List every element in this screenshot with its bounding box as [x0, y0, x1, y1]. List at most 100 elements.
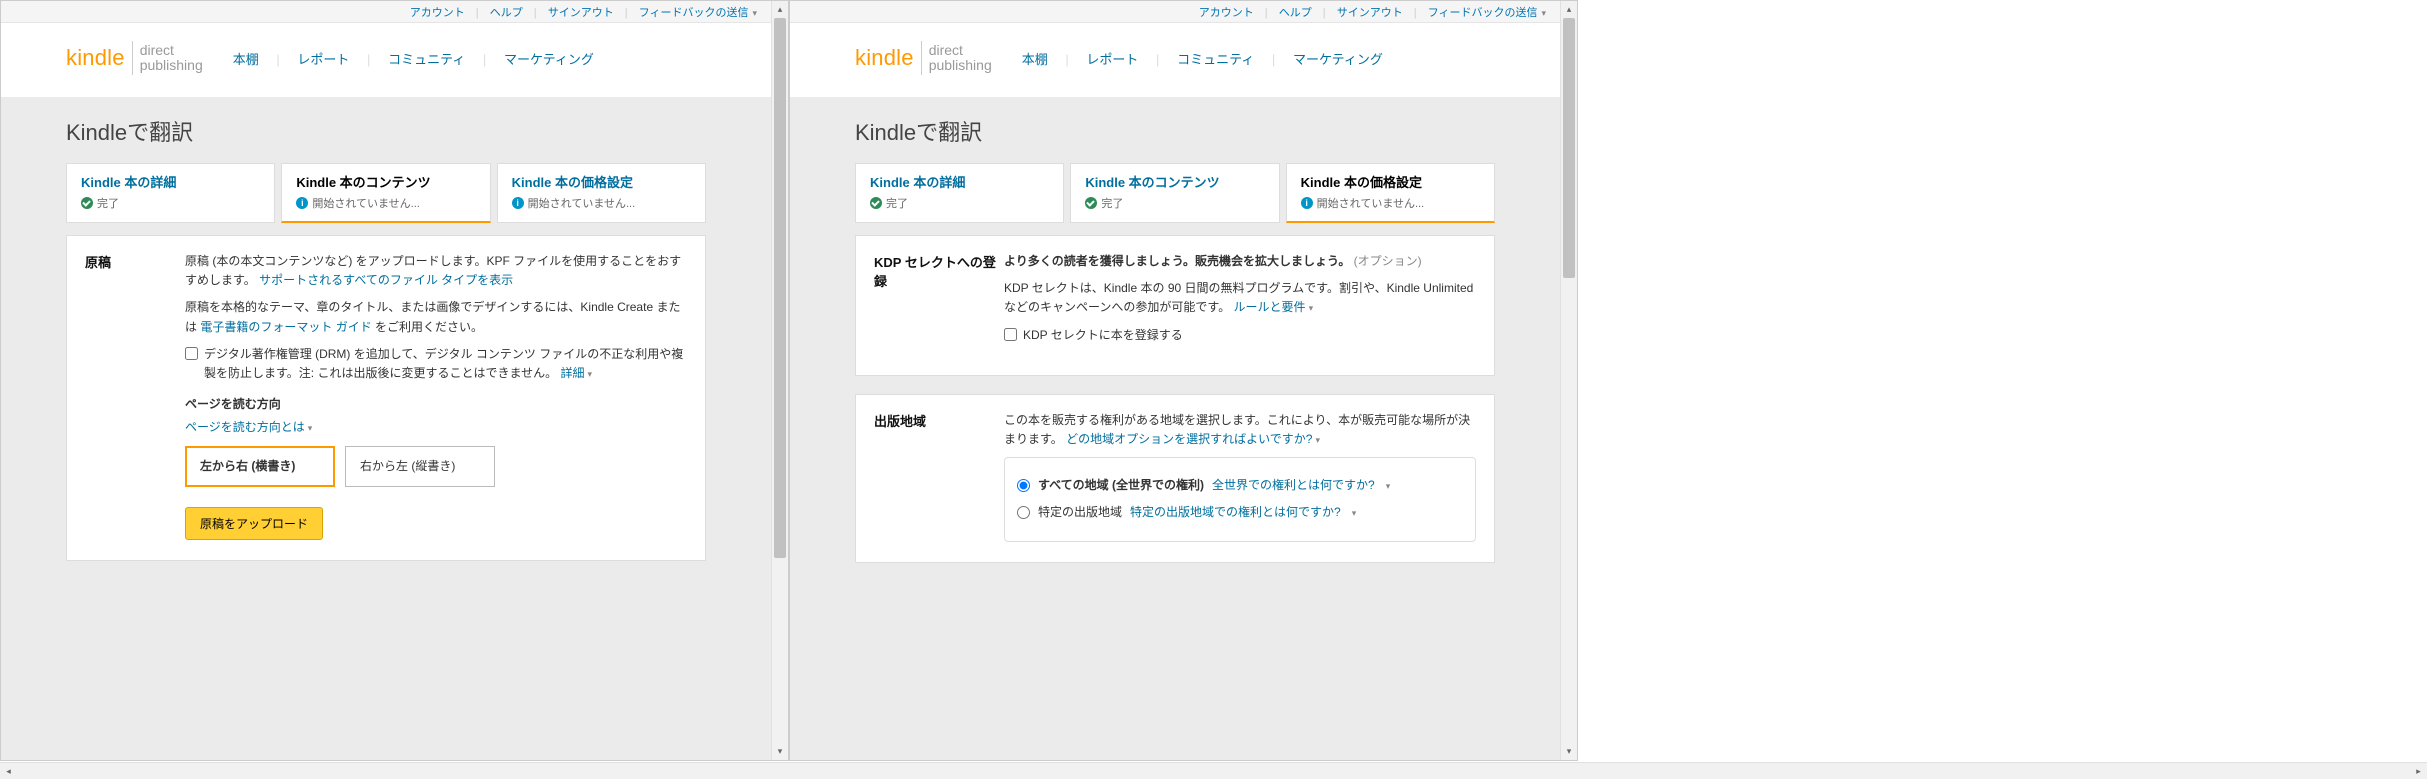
logo-kindle-text: kindle — [66, 45, 125, 71]
chevron-down-icon: ▾ — [1315, 435, 1320, 445]
topnav-feedback[interactable]: フィードバックの送信 — [1428, 7, 1538, 19]
step-pricing[interactable]: Kindle 本の価格設定 i 開始されていません... — [497, 163, 706, 223]
drm-label: デジタル著作権管理 (DRM) を追加して、デジタル コンテンツ ファイルの不正… — [204, 347, 683, 380]
logo-divider — [132, 41, 133, 75]
main-nav: 本棚 | レポート | コミュニティ | マーケティング — [233, 49, 594, 68]
card-manuscript: 原稿 原稿 (本の本文コンテンツなど) をアップロードします。KPF ファイルを… — [66, 235, 706, 561]
chevron-down-icon: ▾ — [308, 423, 313, 433]
manuscript-label: 原稿 — [85, 252, 185, 540]
chevron-down-icon: ▾ — [1352, 506, 1357, 520]
check-icon — [870, 197, 882, 209]
direction-ltr-option[interactable]: 左から右 (横書き) — [185, 446, 335, 487]
info-icon: i — [512, 197, 524, 209]
logo[interactable]: kindle directpublishing — [66, 41, 203, 75]
kdp-select-rules-link[interactable]: ルールと要件 — [1234, 300, 1306, 314]
territory-some-radio[interactable] — [1017, 506, 1030, 519]
step-details-status: 完了 — [97, 195, 119, 211]
topbar: アカウント | ヘルプ | サインアウト | フィードバックの送信▾ — [1, 1, 771, 23]
step-details-title: Kindle 本の詳細 — [81, 172, 260, 191]
topnav-signout[interactable]: サインアウト — [1337, 7, 1403, 19]
step-contents-status: 開始されていません... — [312, 195, 420, 211]
logo-divider — [921, 41, 922, 75]
ebook-format-guide-link[interactable]: 電子書籍のフォーマット ガイド — [200, 320, 371, 334]
scroll-right-arrow-icon[interactable]: ▸ — [2410, 763, 2427, 779]
wizard-steps: Kindle 本の詳細 完了 Kindle 本のコンテンツ i 開始されていません… — [66, 163, 706, 223]
logo-dp-text: directpublishing — [929, 43, 992, 72]
nav-community[interactable]: コミュニティ — [1177, 52, 1254, 67]
drm-checkbox[interactable] — [185, 347, 198, 360]
logo-kindle-text: kindle — [855, 45, 914, 71]
topnav-help[interactable]: ヘルプ — [490, 7, 523, 19]
header: kindle directpublishing 本棚 | レポート | コミュニ… — [790, 23, 1560, 97]
step-contents-title: Kindle 本のコンテンツ — [296, 172, 475, 191]
chevron-down-icon: ▾ — [752, 8, 757, 18]
territory-some-label: 特定の出版地域 — [1038, 503, 1122, 522]
scroll-thumb[interactable] — [774, 18, 786, 558]
kdp-select-lead: より多くの読者を獲得しましょう。販売機会を拡大しましょう。 — [1004, 254, 1350, 268]
reading-direction-head: ページを読む方向 — [185, 395, 687, 414]
logo[interactable]: kindle directpublishing — [855, 41, 992, 75]
nav-marketing[interactable]: マーケティング — [1293, 52, 1383, 67]
kdp-select-label: KDP セレクトへの登録 — [874, 252, 1004, 355]
pane-left: アカウント | ヘルプ | サインアウト | フィードバックの送信▾ kindl… — [0, 0, 789, 761]
wizard-steps: Kindle 本の詳細 完了 Kindle 本のコンテンツ 完了 Kindle … — [855, 163, 1495, 223]
scroll-down-arrow-icon[interactable]: ▾ — [1561, 743, 1577, 760]
header: kindle directpublishing 本棚 | レポート | コミュニ… — [1, 23, 771, 97]
scroll-thumb[interactable] — [1563, 18, 1575, 278]
card-territory: 出版地域 この本を販売する権利がある地域を選択します。これにより、本が販売可能な… — [855, 394, 1495, 563]
step-contents-title: Kindle 本のコンテンツ — [1085, 172, 1264, 191]
chevron-down-icon: ▾ — [1541, 8, 1546, 18]
territory-options-help-link[interactable]: どの地域オプションを選択すればよいですか? — [1066, 432, 1312, 446]
kdp-select-checkbox[interactable] — [1004, 328, 1017, 341]
topnav-feedback[interactable]: フィードバックの送信 — [639, 7, 749, 19]
chevron-down-icon: ▾ — [1386, 479, 1391, 493]
topnav-signout[interactable]: サインアウト — [548, 7, 614, 19]
nav-reports[interactable]: レポート — [1086, 52, 1138, 67]
step-contents-status: 完了 — [1101, 195, 1123, 211]
reading-direction-help-link[interactable]: ページを読む方向とは — [185, 420, 305, 434]
step-pricing[interactable]: Kindle 本の価格設定 i開始されていません... — [1286, 163, 1495, 223]
check-icon — [1085, 197, 1097, 209]
drm-details-link[interactable]: 詳細 — [560, 366, 584, 380]
direction-rtl-option[interactable]: 右から左 (縦書き) — [345, 446, 495, 487]
step-details[interactable]: Kindle 本の詳細 完了 — [66, 163, 275, 223]
nav-community[interactable]: コミュニティ — [388, 52, 465, 67]
scroll-left-arrow-icon[interactable]: ◂ — [0, 763, 17, 779]
step-pricing-status: 開始されていません... — [1317, 195, 1425, 211]
info-icon: i — [1301, 197, 1313, 209]
step-details-status: 完了 — [886, 195, 908, 211]
territory-label: 出版地域 — [874, 411, 1004, 542]
step-details-title: Kindle 本の詳細 — [870, 172, 1049, 191]
step-contents[interactable]: Kindle 本のコンテンツ i 開始されていません... — [281, 163, 490, 223]
horizontal-scrollbar[interactable]: ◂ ▸ — [0, 762, 2427, 779]
step-pricing-status: 開始されていません... — [528, 195, 636, 211]
vertical-scrollbar[interactable]: ▴ ▾ — [1560, 1, 1577, 760]
main-nav: 本棚 | レポート | コミュニティ | マーケティング — [1022, 49, 1383, 68]
vertical-scrollbar[interactable]: ▴ ▾ — [771, 1, 788, 760]
manuscript-desc-2b: をご利用ください。 — [375, 320, 483, 334]
chevron-down-icon: ▾ — [587, 369, 592, 379]
scroll-up-arrow-icon[interactable]: ▴ — [1561, 1, 1577, 18]
info-icon: i — [296, 197, 308, 209]
territory-all-help-link[interactable]: 全世界での権利とは何ですか? — [1212, 476, 1375, 495]
nav-bookshelf[interactable]: 本棚 — [1022, 52, 1048, 67]
page-title: Kindleで翻訳 — [855, 115, 1495, 147]
step-details[interactable]: Kindle 本の詳細 完了 — [855, 163, 1064, 223]
step-pricing-title: Kindle 本の価格設定 — [512, 172, 691, 191]
upload-manuscript-button[interactable]: 原稿をアップロード — [185, 507, 323, 540]
nav-bookshelf[interactable]: 本棚 — [233, 52, 259, 67]
kdp-select-checkbox-label: KDP セレクトに本を登録する — [1023, 326, 1183, 345]
supported-filetypes-link[interactable]: サポートされるすべてのファイル タイプを表示 — [259, 273, 513, 287]
nav-reports[interactable]: レポート — [297, 52, 349, 67]
topnav-account[interactable]: アカウント — [410, 7, 465, 19]
pane-right: アカウント | ヘルプ | サインアウト | フィードバックの送信▾ kindl… — [789, 0, 1578, 761]
scroll-up-arrow-icon[interactable]: ▴ — [772, 1, 788, 18]
topnav-help[interactable]: ヘルプ — [1279, 7, 1312, 19]
scroll-down-arrow-icon[interactable]: ▾ — [772, 743, 788, 760]
step-contents[interactable]: Kindle 本のコンテンツ 完了 — [1070, 163, 1279, 223]
territory-some-help-link[interactable]: 特定の出版地域での権利とは何ですか? — [1130, 503, 1341, 522]
topnav-account[interactable]: アカウント — [1199, 7, 1254, 19]
territory-all-radio[interactable] — [1017, 479, 1030, 492]
nav-marketing[interactable]: マーケティング — [504, 52, 594, 67]
topbar: アカウント | ヘルプ | サインアウト | フィードバックの送信▾ — [790, 1, 1560, 23]
